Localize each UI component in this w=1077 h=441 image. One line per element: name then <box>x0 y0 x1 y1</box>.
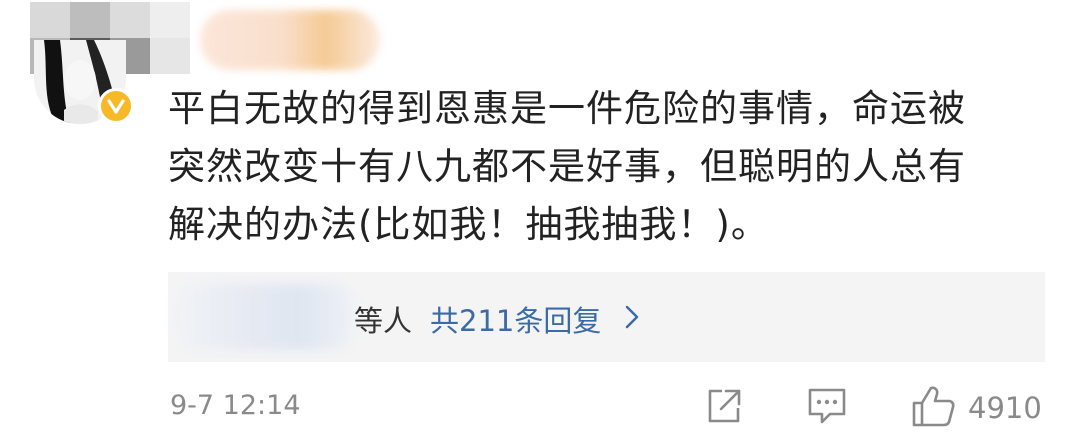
comment-icon <box>806 385 848 431</box>
replies-summary[interactable]: 等人 共211条回复 <box>168 272 1045 362</box>
comment-text: 平白无故的得到恩惠是一件危险的事情，命运被 突然改变十有八九都不是好事，但聪明的… <box>168 80 1048 254</box>
like-count: 4910 <box>968 391 1042 425</box>
comment-line: 平白无故的得到恩惠是一件危险的事情，命运被 <box>168 87 966 130</box>
view-replies-link[interactable]: 共211条回复 <box>430 298 639 340</box>
comment-card: 平白无故的得到恩惠是一件危险的事情，命运被 突然改变十有八九都不是好事，但聪明的… <box>0 0 1077 441</box>
reply-people-suffix: 等人 <box>354 304 413 338</box>
share-button[interactable] <box>704 386 744 430</box>
thumbs-up-icon <box>910 384 956 432</box>
reply-count-label: 共211条回复 <box>430 304 602 338</box>
reply-usernames-redacted <box>174 284 354 350</box>
share-icon <box>704 386 744 430</box>
chevron-right-icon <box>625 302 639 336</box>
comment-line: 解决的办法(比如我！抽我抽我！)。 <box>168 203 769 246</box>
like-button[interactable]: 4910 <box>910 386 1042 430</box>
verified-badge-icon <box>98 88 134 124</box>
timestamp: 9-7 12:14 <box>170 390 301 421</box>
comment-line: 突然改变十有八九都不是好事，但聪明的人总有 <box>168 145 966 188</box>
comment-button[interactable] <box>806 386 848 430</box>
